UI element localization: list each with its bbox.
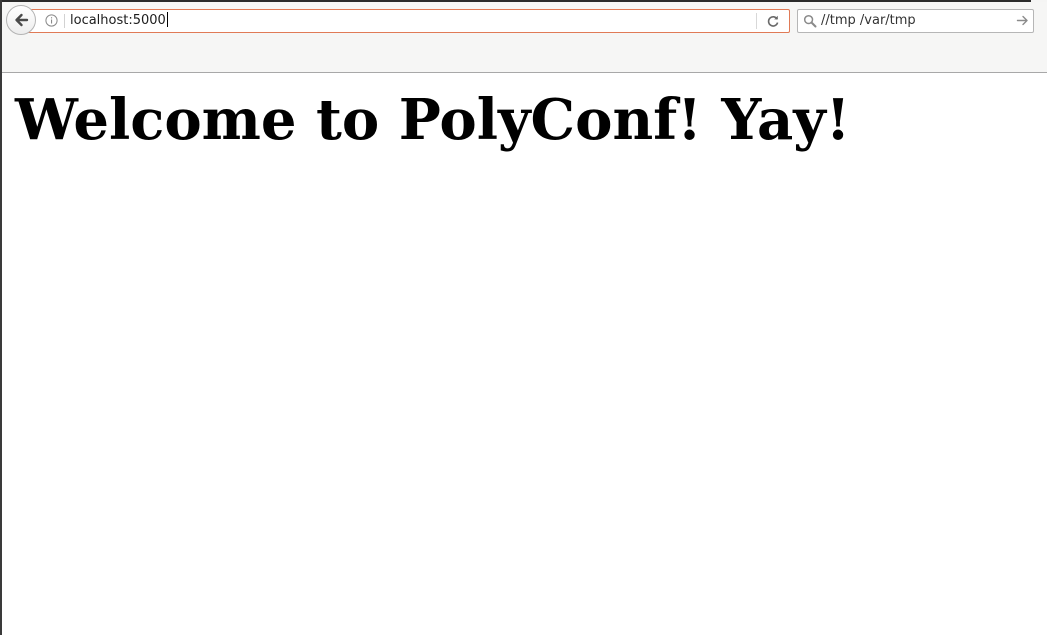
window-top-edge [0, 0, 1047, 2]
search-icon [803, 14, 817, 28]
back-button[interactable] [6, 5, 36, 35]
window-top-edge-corner [1031, 0, 1047, 2]
go-arrow-icon[interactable] [1016, 14, 1029, 27]
url-separator [64, 14, 65, 28]
url-input[interactable]: localhost:5000 [70, 12, 168, 30]
info-icon[interactable] [45, 14, 58, 27]
window-left-edge [0, 0, 2, 635]
url-value: localhost:5000 [70, 13, 166, 28]
back-arrow-icon [15, 13, 29, 27]
url-bar[interactable]: localhost:5000 [22, 9, 790, 33]
reload-icon[interactable] [766, 14, 780, 28]
browser-toolbar: localhost:5000 //tmp /var/tmp [0, 0, 1047, 73]
text-caret [166, 12, 168, 27]
reload-separator [756, 13, 757, 29]
page-content: Welcome to PolyConf! Yay! [2, 74, 1047, 635]
search-input[interactable]: //tmp /var/tmp [821, 12, 916, 30]
page-heading: Welcome to PolyConf! Yay! [15, 87, 851, 153]
search-bar[interactable]: //tmp /var/tmp [797, 9, 1034, 33]
